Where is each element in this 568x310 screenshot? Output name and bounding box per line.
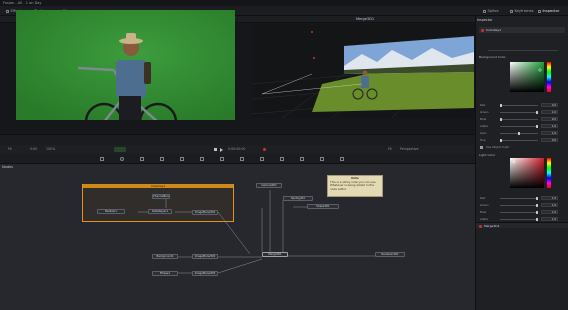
green-slider[interactable] — [500, 111, 538, 114]
color-picker-1[interactable] — [510, 62, 554, 92]
node-spotlight1[interactable]: SpotLight1 — [283, 196, 313, 201]
alpha-value[interactable]: 1.0 — [541, 124, 558, 128]
inspector-footer-node[interactable]: Merge3D1 — [476, 222, 568, 228]
stop-icon[interactable] — [214, 148, 217, 151]
row2-red-label: Red — [480, 196, 486, 200]
section-light-color[interactable]: Light Color — [479, 153, 495, 157]
inspector-node-name: ColorKey1 — [486, 28, 502, 32]
inspector-node-bar[interactable]: ColorKey1 — [479, 27, 565, 33]
row-red-label: Red — [480, 103, 486, 107]
color-picker-2[interactable] — [510, 158, 554, 188]
light-gizmo — [311, 31, 313, 33]
alpha-slider[interactable] — [500, 125, 538, 128]
tool-merge-icon[interactable] — [140, 157, 144, 161]
node-camera3d1[interactable]: Camera3D1 — [256, 183, 282, 188]
inspector-tabs[interactable] — [488, 46, 558, 51]
use-object-color-checkbox[interactable] — [480, 146, 483, 149]
node-connections — [138, 190, 375, 274]
light-red-slider[interactable] — [500, 197, 538, 200]
node-channelbooleans1[interactable]: ChannelBooleans1 — [152, 194, 170, 199]
effects-icon — [6, 9, 9, 13]
fit-left[interactable]: Fit — [8, 145, 12, 153]
row-hue-label: Hue — [480, 138, 486, 142]
zoom-level[interactable]: 100% — [46, 145, 55, 153]
light-red-value[interactable]: 1.0 — [541, 196, 558, 200]
light-alpha-value[interactable]: 1.0 — [541, 217, 558, 221]
node-imageplane3d2[interactable]: ImagePlane3D2 — [192, 254, 218, 259]
node-imageplane3d3[interactable]: ImagePlane3D3 — [192, 271, 218, 276]
green-value[interactable]: 1.0 — [541, 110, 558, 114]
tool-light-icon[interactable] — [300, 157, 304, 161]
fit-right[interactable]: Fit — [388, 145, 392, 153]
tool-transform-icon[interactable] — [220, 157, 224, 161]
right-viewer-3d[interactable] — [252, 24, 475, 118]
tool-render-icon[interactable] — [280, 157, 284, 161]
tool-camera-icon[interactable] — [320, 157, 324, 161]
hue-slider[interactable] — [500, 139, 538, 142]
node-ellipse1[interactable]: Ellipse1 — [152, 271, 178, 276]
row-blue-label: Blue — [480, 117, 487, 121]
play-icon[interactable] — [220, 147, 223, 152]
record-icon[interactable] — [263, 148, 266, 151]
inspector-icon — [538, 9, 541, 13]
left-viewer-image[interactable] — [16, 10, 235, 120]
node-renderer3d1[interactable]: Renderer3D1 — [375, 252, 405, 257]
light-blue-value[interactable]: 1.0 — [541, 210, 558, 214]
blue-value[interactable]: 0.0 — [541, 117, 558, 121]
red-slider[interactable] — [500, 104, 538, 107]
tool-ellipse-icon[interactable] — [120, 157, 124, 161]
frame-left: 0:00 — [30, 147, 38, 151]
row-green-label: Green — [480, 110, 489, 114]
node-color-icon — [481, 28, 484, 32]
light-alpha-slider[interactable] — [500, 218, 538, 221]
viewer-timeline-ruler[interactable] — [0, 134, 475, 145]
hue-value[interactable]: 0.0 — [541, 138, 558, 142]
viewer-transport: Fit 0:00 100% 0:00:00:00 Fit Perspective — [0, 145, 475, 154]
row2-alpha-label: Alpha — [480, 217, 488, 221]
tool-background-icon[interactable] — [100, 157, 104, 161]
tab-spline[interactable]: Spline — [480, 7, 502, 15]
tab-inspector[interactable]: Inspector — [535, 7, 562, 15]
section-background-color[interactable]: Background Color — [479, 55, 506, 59]
node-background1[interactable]: Background1 — [152, 254, 178, 259]
inspector-header: Inspector — [477, 18, 493, 22]
axis-gizmo — [313, 57, 315, 59]
row2-green-label: Green — [480, 203, 489, 207]
node-mediain1[interactable]: MediaIn1 — [97, 209, 125, 214]
node-toolbar — [0, 154, 475, 164]
node-merge3d1[interactable]: Merge3D1 — [262, 252, 288, 257]
viewer-mode[interactable]: Perspective — [400, 145, 418, 153]
footer-node-name: Merge3D1 — [484, 224, 500, 228]
tool-3d-icon[interactable] — [240, 157, 244, 161]
red-value[interactable]: 0.0 — [541, 103, 558, 107]
tool-particles-icon[interactable] — [340, 157, 344, 161]
right-viewer-header: Merge3D1 — [238, 16, 475, 23]
tool-polygon-icon[interactable] — [200, 157, 204, 161]
tool-text-icon[interactable] — [160, 157, 164, 161]
node-shape3d1[interactable]: Shape3D1 — [307, 204, 339, 209]
spline-icon — [483, 9, 486, 13]
sticky-note[interactable]: Note This is a sticky note you can use. … — [327, 175, 383, 197]
sticky-note-text: This is a sticky note you can use. Whate… — [330, 179, 377, 191]
keyframes-icon — [510, 9, 513, 13]
right-viewer-title: Merge3D1 — [356, 17, 375, 21]
row-alpha-label: Alpha — [480, 124, 488, 128]
node-imageplane3d1[interactable]: ImagePlane3D1 — [192, 210, 218, 215]
footer-node-icon — [479, 224, 482, 228]
light-green-value[interactable]: 1.0 — [541, 203, 558, 207]
light-green-slider[interactable] — [500, 204, 538, 207]
use-object-color-label: Use Object Color — [486, 145, 510, 149]
tool-shape3d-icon[interactable] — [260, 157, 264, 161]
tab-keyframes[interactable]: Keyframes — [507, 7, 537, 15]
timecode: 0:00:00:00 — [228, 147, 246, 151]
gain-slider[interactable] — [500, 132, 538, 135]
node-deltakeyer1[interactable]: DeltaKeyer1 — [148, 209, 172, 214]
tool-paint-icon[interactable] — [180, 157, 184, 161]
row2-blue-label: Blue — [480, 210, 487, 214]
lock-button[interactable] — [114, 147, 126, 152]
row-gain-label: Gain — [480, 131, 487, 135]
blue-slider[interactable] — [500, 118, 538, 121]
gain-value[interactable]: 1.0 — [541, 131, 558, 135]
light-blue-slider[interactable] — [500, 211, 538, 214]
